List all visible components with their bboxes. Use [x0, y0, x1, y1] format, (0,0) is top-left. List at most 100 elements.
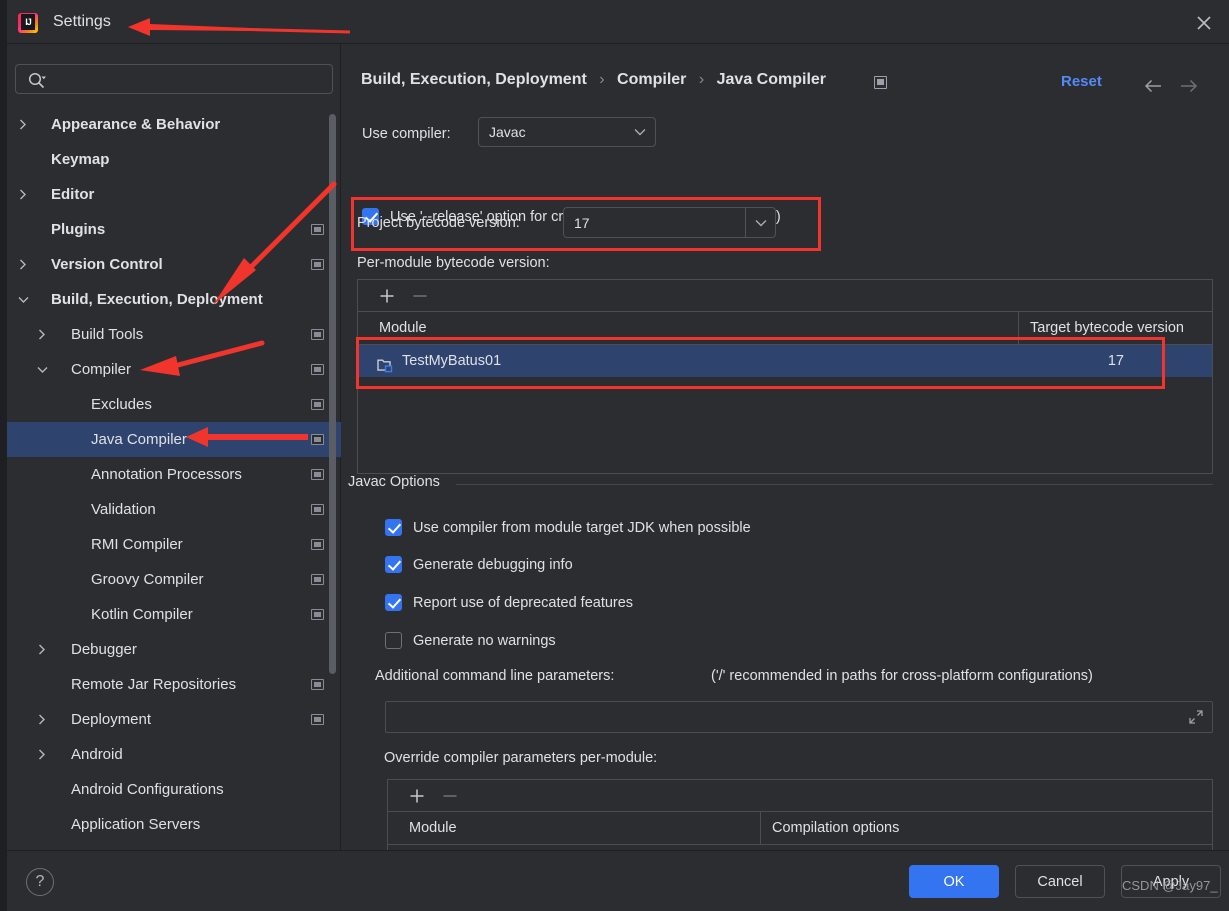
project-scope-badge-icon: [311, 434, 324, 445]
report-deprecated-label: Report use of deprecated features: [413, 594, 634, 611]
reset-button[interactable]: Reset: [1061, 73, 1102, 90]
sidebar-item-excludes[interactable]: Excludes: [7, 387, 341, 422]
sidebar-item-appearance-behavior[interactable]: Appearance & Behavior: [7, 107, 341, 142]
table-row[interactable]: TestMyBatus01 17: [358, 345, 1212, 377]
sidebar-item-android-configurations[interactable]: Android Configurations: [7, 772, 341, 807]
arrow-left-icon[interactable]: [1141, 76, 1167, 96]
generate-debugging-info-checkbox[interactable]: [385, 556, 402, 573]
sidebar-item-annotation-processors[interactable]: Annotation Processors: [7, 457, 341, 492]
per-module-bytecode-label: Per-module bytecode version:: [357, 255, 550, 271]
apply-button[interactable]: Apply: [1121, 865, 1221, 898]
sidebar-item-android[interactable]: Android: [7, 737, 341, 772]
chevron-right-icon[interactable]: [15, 107, 31, 142]
breadcrumb-part-2[interactable]: Compiler: [617, 71, 686, 88]
sidebar-item-compiler[interactable]: Compiler: [7, 352, 341, 387]
help-button[interactable]: ?: [26, 868, 54, 896]
chevron-right-icon[interactable]: [34, 317, 50, 352]
sidebar-item-application-servers[interactable]: Application Servers: [7, 807, 341, 842]
sidebar-item-kotlin-compiler[interactable]: Kotlin Compiler: [7, 597, 341, 632]
module-name: TestMyBatus01: [402, 353, 502, 369]
override-table-toolbar: [388, 780, 1212, 812]
sidebar-item-groovy-compiler[interactable]: Groovy Compiler: [7, 562, 341, 597]
project-scope-badge-icon: [311, 259, 324, 270]
settings-main-panel: Build, Execution, Deployment › Compiler …: [341, 44, 1229, 851]
chevron-down-icon: [625, 118, 655, 146]
close-icon[interactable]: [1193, 12, 1215, 34]
sidebar-item-label: Plugins: [51, 221, 106, 238]
chevron-right-icon[interactable]: [34, 737, 50, 772]
breadcrumb-part-1[interactable]: Build, Execution, Deployment: [361, 71, 587, 88]
additional-params-input[interactable]: [385, 701, 1213, 733]
project-scope-badge-icon: [311, 399, 324, 410]
generate-no-warnings-row[interactable]: Generate no warnings: [385, 632, 556, 649]
sidebar-item-validation[interactable]: Validation: [7, 492, 341, 527]
generate-debugging-info-row[interactable]: Generate debugging info: [385, 556, 573, 573]
project-scope-badge-icon: [311, 504, 324, 515]
background-strip: [0, 0, 7, 911]
modules-table-toolbar: [358, 280, 1212, 312]
arrow-right-icon[interactable]: [1176, 76, 1202, 96]
sidebar-item-editor[interactable]: Editor: [7, 177, 341, 212]
chevron-down-icon[interactable]: [745, 208, 775, 237]
sidebar-item-java-compiler[interactable]: Java Compiler: [7, 422, 341, 457]
chevron-down-icon[interactable]: [34, 352, 50, 387]
sidebar-item-label: Deployment: [71, 711, 152, 728]
javac-options-title: Javac Options: [348, 474, 449, 490]
report-deprecated-checkbox[interactable]: [385, 594, 402, 611]
breadcrumb-separator-1: ›: [599, 71, 605, 88]
use-compiler-label: Use compiler:: [362, 126, 451, 142]
minus-icon[interactable]: [441, 787, 459, 805]
override-params-table: Module Compilation options: [387, 779, 1213, 851]
project-bytecode-version-dropdown[interactable]: 17: [563, 207, 776, 238]
breadcrumb-part-3: Java Compiler: [716, 71, 827, 88]
sidebar-item-label: Android: [71, 746, 123, 763]
search-icon: [27, 71, 47, 89]
minus-icon[interactable]: [411, 287, 429, 305]
javac-options-group: Javac Options: [348, 474, 1213, 490]
sidebar-item-build-tools[interactable]: Build Tools: [7, 317, 341, 352]
sidebar-item-label: Keymap: [51, 151, 110, 168]
per-module-bytecode-table: Module Target bytecode version TestMyBat…: [357, 279, 1213, 474]
sidebar-item-label: Build Tools: [71, 326, 144, 343]
sidebar-item-remote-jar-repositories[interactable]: Remote Jar Repositories: [7, 667, 341, 702]
sidebar-item-label: Annotation Processors: [91, 466, 242, 483]
chevron-right-icon[interactable]: [15, 177, 31, 212]
chevron-right-icon[interactable]: [34, 702, 50, 737]
sidebar-item-rmi-compiler[interactable]: RMI Compiler: [7, 527, 341, 562]
chevron-right-icon[interactable]: [15, 247, 31, 282]
chevron-down-icon[interactable]: [15, 282, 31, 317]
use-module-jdk-compiler-checkbox[interactable]: [385, 519, 402, 536]
sidebar-item-debugger[interactable]: Debugger: [7, 632, 341, 667]
report-deprecated-row[interactable]: Report use of deprecated features: [385, 594, 633, 611]
use-module-jdk-compiler-row[interactable]: Use compiler from module target JDK when…: [385, 519, 751, 536]
cancel-button[interactable]: Cancel: [1015, 865, 1105, 898]
expand-icon[interactable]: [1188, 709, 1204, 725]
chevron-right-icon[interactable]: [34, 632, 50, 667]
override-params-label: Override compiler parameters per-module:: [384, 750, 658, 766]
project-scope-badge-icon: [311, 574, 324, 585]
sidebar-item-plugins[interactable]: Plugins: [7, 212, 341, 247]
use-compiler-dropdown[interactable]: Javac: [478, 117, 656, 147]
title-bar: Settings: [7, 0, 1229, 44]
generate-no-warnings-checkbox[interactable]: [385, 632, 402, 649]
sidebar-item-keymap[interactable]: Keymap: [7, 142, 341, 177]
sidebar-item-deployment[interactable]: Deployment: [7, 702, 341, 737]
breadcrumb-separator-2: ›: [698, 71, 705, 88]
project-bytecode-version-value: 17: [574, 214, 590, 231]
search-box[interactable]: [15, 64, 333, 94]
project-scope-badge-icon: [311, 224, 324, 235]
plus-icon[interactable]: [378, 287, 396, 305]
ok-button[interactable]: OK: [909, 865, 999, 898]
dialog-footer: ? OK Cancel Apply: [7, 850, 1229, 911]
sidebar-item-build-execution-deployment[interactable]: Build, Execution, Deployment: [7, 282, 341, 317]
sidebar-item-label: Appearance & Behavior: [51, 116, 221, 133]
plus-icon[interactable]: [408, 787, 426, 805]
search-input[interactable]: [52, 65, 326, 93]
sidebar-scrollbar[interactable]: [329, 114, 336, 674]
sidebar-item-label: Version Control: [51, 256, 163, 273]
window-title: Settings: [53, 13, 111, 30]
sidebar-item-version-control[interactable]: Version Control: [7, 247, 341, 282]
modules-column-target: Target bytecode version: [1030, 320, 1184, 336]
intellij-idea-logo-icon: [18, 13, 38, 33]
override-column-module: Module: [409, 820, 457, 836]
